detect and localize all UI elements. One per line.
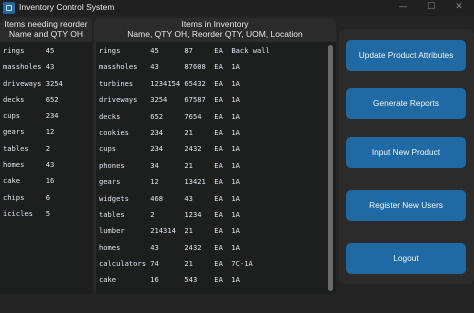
update-product-attributes-button[interactable]: Update Product Attributes bbox=[346, 40, 466, 71]
list-item[interactable]: icicles 5 bbox=[3, 209, 63, 225]
window-title: Inventory Control System bbox=[19, 2, 115, 12]
list-item[interactable]: massholes 43 87608 EA 1A bbox=[99, 62, 270, 78]
reorder-header-title: Items needing reorder bbox=[4, 19, 88, 29]
inventory-header-columns: Name, QTY OH, Reorder QTY, UOM, Location bbox=[127, 29, 303, 39]
list-item[interactable]: cake 16 543 EA 1A bbox=[99, 275, 270, 291]
list-item[interactable]: tables 2 1234 EA 1A bbox=[99, 210, 270, 226]
inventory-header-title: Items in Inventory bbox=[181, 19, 249, 29]
logout-button[interactable]: Logout bbox=[346, 243, 466, 274]
list-item[interactable]: driveways 3254 67587 EA 1A bbox=[99, 95, 270, 111]
list-item[interactable]: tables 2 bbox=[3, 144, 63, 160]
list-item[interactable]: gears 12 13421 EA 1A bbox=[99, 177, 270, 193]
list-item[interactable]: cookies 234 21 EA 1A bbox=[99, 128, 270, 144]
list-item[interactable]: massholes 43 bbox=[3, 62, 63, 78]
input-new-product-button[interactable]: Input New Product bbox=[346, 137, 466, 168]
title-bar: Inventory Control System — ☐ ✕ bbox=[0, 0, 474, 16]
list-item[interactable]: rings 45 87 EA Back wall bbox=[99, 46, 270, 62]
list-item[interactable]: gears 12 bbox=[3, 127, 63, 143]
inventory-header: Items in Inventory Name, QTY OH, Reorder… bbox=[94, 19, 336, 39]
inventory-list[interactable]: rings 45 87 EA Back wall massholes 43 876… bbox=[96, 42, 336, 294]
list-item[interactable]: lumber 214314 21 EA 1A bbox=[99, 226, 270, 242]
reorder-list[interactable]: rings 45 massholes 43 driveways 3254 decks … bbox=[0, 42, 92, 294]
list-item[interactable]: rings 45 bbox=[3, 46, 63, 62]
reorder-header-columns: Name and QTY OH bbox=[8, 29, 83, 39]
list-item[interactable]: cups 234 bbox=[3, 111, 63, 127]
list-item[interactable]: cups 234 2432 EA 1A bbox=[99, 144, 270, 160]
generate-reports-button[interactable]: Generate Reports bbox=[346, 88, 466, 119]
list-item[interactable]: phones 34 21 EA 1A bbox=[99, 161, 270, 177]
list-item[interactable]: turbines 1234154 65432 EA 1A bbox=[99, 79, 270, 95]
list-item[interactable]: homes 43 2432 EA 1A bbox=[99, 243, 270, 259]
inventory-scrollbar-thumb[interactable] bbox=[328, 45, 333, 291]
reorder-header: Items needing reorder Name and QTY OH bbox=[0, 19, 92, 39]
maximize-button[interactable]: ☐ bbox=[418, 0, 444, 16]
list-item[interactable]: decks 652 7654 EA 1A bbox=[99, 112, 270, 128]
close-button[interactable]: ✕ bbox=[446, 0, 472, 16]
list-item[interactable]: cake 16 bbox=[3, 176, 63, 192]
list-item[interactable]: decks 652 bbox=[3, 95, 63, 111]
list-item[interactable]: driveways 3254 bbox=[3, 79, 63, 95]
list-item[interactable]: homes 43 bbox=[3, 160, 63, 176]
list-item[interactable]: chips 6 bbox=[3, 193, 63, 209]
register-new-users-button[interactable]: Register New Users bbox=[346, 190, 466, 221]
list-item[interactable]: calculators 74 21 EA 7C-1A bbox=[99, 259, 270, 275]
app-icon bbox=[3, 2, 15, 14]
minimize-button[interactable]: — bbox=[390, 0, 416, 16]
inventory-rows: rings 45 87 EA Back wall massholes 43 876… bbox=[99, 46, 270, 292]
list-item[interactable]: widgets 468 43 EA 1A bbox=[99, 194, 270, 210]
reorder-rows: rings 45 massholes 43 driveways 3254 decks … bbox=[3, 46, 63, 225]
